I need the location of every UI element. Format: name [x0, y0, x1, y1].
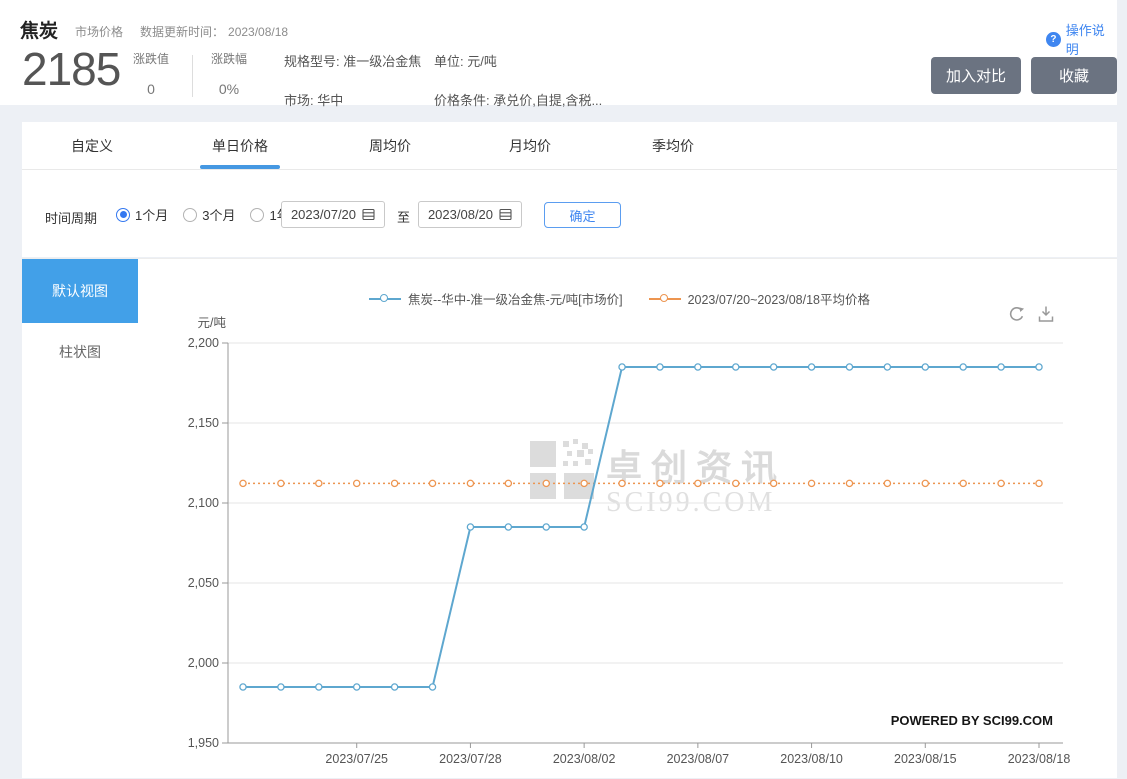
svg-text:2023/08/10: 2023/08/10 — [780, 752, 843, 766]
category-label: 市场价格 — [75, 23, 123, 40]
calendar-icon — [499, 208, 512, 221]
change-value: 0 — [125, 81, 177, 97]
spec-market-column: 规格型号: 准一级冶金焦 市场: 华中 — [284, 51, 421, 109]
svg-text:2023/08/15: 2023/08/15 — [894, 752, 957, 766]
svg-text:1,950: 1,950 — [188, 736, 219, 750]
tab-daily-price[interactable]: 单日价格 — [212, 136, 268, 156]
powered-by-label: POWERED BY SCI99.COM — [891, 713, 1053, 728]
chart-panel: 默认视图 柱状图 焦炭--华中-准一级冶金焦-元/吨[市场价] 2023/07/… — [22, 258, 1117, 778]
update-time-value: 2023/08/18 — [228, 25, 288, 39]
tab-monthly-avg[interactable]: 月均价 — [509, 136, 551, 156]
svg-text:2023/08/07: 2023/08/07 — [667, 752, 730, 766]
favorite-button[interactable]: 收藏 — [1031, 57, 1117, 94]
question-circle-icon: ? — [1046, 32, 1061, 47]
chart-legend: 焦炭--华中-准一级冶金焦-元/吨[市场价] 2023/07/20~2023/0… — [172, 289, 1067, 308]
period-label: 时间周期 — [45, 208, 97, 227]
line-circle-marker-icon — [649, 293, 681, 304]
calendar-icon — [362, 208, 375, 221]
period-radio-group: 1个月 3个月 1年 — [116, 205, 290, 224]
change-pct-label: 涨跌幅 — [203, 50, 255, 67]
update-time-label: 数据更新时间： — [140, 25, 224, 39]
legend-item-price-series[interactable]: 焦炭--华中-准一级冶金焦-元/吨[市场价] — [369, 289, 623, 308]
unit-info: 单位: 元/吨 — [434, 51, 602, 70]
legend-label: 2023/07/20~2023/08/18平均价格 — [688, 289, 870, 308]
change-pct-value: 0% — [203, 81, 255, 97]
svg-text:2023/07/25: 2023/07/25 — [325, 752, 388, 766]
end-date-value: 2023/08/20 — [428, 207, 493, 222]
radio-label: 1个月 — [135, 205, 168, 224]
divider — [192, 55, 193, 97]
y-axis-unit-label: 元/吨 — [168, 312, 226, 331]
radio-1-month[interactable]: 1个月 — [116, 205, 168, 224]
price-line-chart[interactable]: 1,950 2,000 2,050 2,100 2,150 2,200 2023/07/25… — [22, 259, 1117, 779]
svg-text:2,000: 2,000 — [188, 656, 219, 670]
price-condition-info: 价格条件: 承兑价,自提,含税... — [434, 90, 602, 109]
refresh-icon[interactable] — [1006, 304, 1027, 325]
current-price: 2185 — [22, 42, 120, 96]
download-icon[interactable] — [1036, 304, 1056, 324]
start-date-input[interactable]: 2023/07/20 — [281, 201, 385, 228]
radio-icon — [183, 208, 197, 222]
tab-weekly-avg[interactable]: 周均价 — [369, 136, 411, 156]
change-pct-block: 涨跌幅 0% — [203, 50, 255, 97]
tab-quarterly-avg[interactable]: 季均价 — [652, 136, 694, 156]
tab-bar: 自定义 单日价格 周均价 月均价 季均价 — [22, 122, 1117, 170]
change-value-label: 涨跌值 — [125, 50, 177, 67]
start-date-value: 2023/07/20 — [291, 207, 356, 222]
legend-label: 焦炭--华中-准一级冶金焦-元/吨[市场价] — [408, 289, 623, 308]
radio-3-month[interactable]: 3个月 — [183, 205, 235, 224]
svg-text:2,200: 2,200 — [188, 336, 219, 350]
confirm-button[interactable]: 确定 — [544, 202, 621, 228]
unit-condition-column: 单位: 元/吨 价格条件: 承兑价,自提,含税... — [434, 51, 602, 109]
svg-text:2023/08/02: 2023/08/02 — [553, 752, 616, 766]
svg-text:2023/08/18: 2023/08/18 — [1008, 752, 1071, 766]
market-info: 市场: 华中 — [284, 90, 421, 109]
legend-item-average-series[interactable]: 2023/07/20~2023/08/18平均价格 — [649, 289, 870, 308]
help-label: 操作说明 — [1066, 20, 1117, 58]
tabs-filter-panel: 自定义 单日价格 周均价 月均价 季均价 时间周期 1个月 3个月 1年 202… — [22, 122, 1117, 257]
radio-label: 3个月 — [202, 205, 235, 224]
tab-custom[interactable]: 自定义 — [71, 136, 113, 156]
svg-text:2023/07/28: 2023/07/28 — [439, 752, 502, 766]
active-tab-underline — [200, 165, 280, 169]
svg-text:2,100: 2,100 — [188, 496, 219, 510]
product-title: 焦炭 — [20, 16, 58, 43]
update-time: 数据更新时间： 2023/08/18 — [140, 23, 292, 40]
scrollbar[interactable] — [1117, 0, 1127, 778]
add-compare-button[interactable]: 加入对比 — [931, 57, 1021, 94]
svg-text:2,150: 2,150 — [188, 416, 219, 430]
spec-info: 规格型号: 准一级冶金焦 — [284, 51, 421, 70]
page-header: 焦炭 市场价格 数据更新时间： 2023/08/18 2185 涨跌值 0 涨跌幅… — [0, 0, 1117, 105]
help-link[interactable]: ? 操作说明 — [1046, 20, 1117, 58]
radio-icon — [116, 208, 130, 222]
change-value-block: 涨跌值 0 — [125, 50, 177, 97]
date-range-separator: 至 — [397, 207, 410, 226]
filter-row: 时间周期 1个月 3个月 1年 2023/07/20 至 2023/08/20 … — [22, 195, 1117, 240]
line-circle-marker-icon — [369, 293, 401, 304]
radio-icon — [250, 208, 264, 222]
end-date-input[interactable]: 2023/08/20 — [418, 201, 522, 228]
svg-text:2,050: 2,050 — [188, 576, 219, 590]
